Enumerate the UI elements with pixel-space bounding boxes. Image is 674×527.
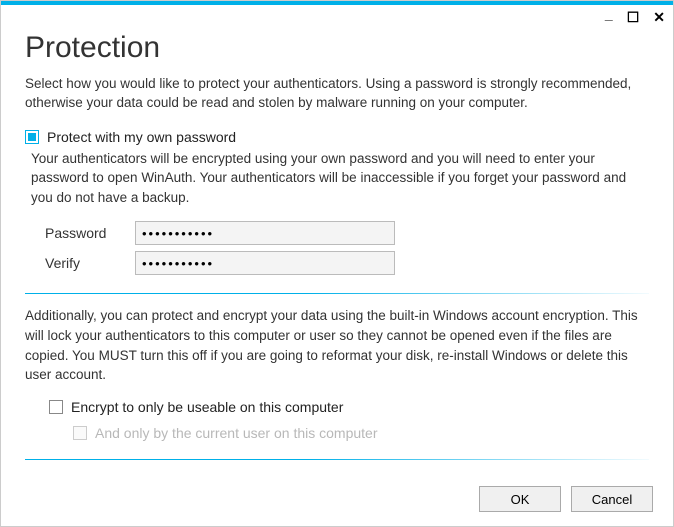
- ok-button[interactable]: OK: [479, 486, 561, 512]
- encrypt-sub-checkbox-row: And only by the current user on this com…: [73, 425, 649, 441]
- page-title: Protection: [25, 31, 649, 65]
- encrypt-checkbox-row: Encrypt to only be useable on this compu…: [49, 399, 649, 415]
- encrypt-sub-checkbox-label: And only by the current user on this com…: [95, 425, 377, 441]
- password-input[interactable]: [135, 221, 395, 245]
- verify-input[interactable]: [135, 251, 395, 275]
- cancel-button[interactable]: Cancel: [571, 486, 653, 512]
- verify-label: Verify: [45, 255, 135, 271]
- protect-checkbox-label: Protect with my own password: [47, 129, 236, 145]
- maximize-icon[interactable]: ☐: [627, 10, 640, 24]
- password-label: Password: [45, 225, 135, 241]
- minimize-icon[interactable]: _: [605, 7, 613, 21]
- dialog-footer: OK Cancel: [1, 472, 673, 526]
- window-controls: _ ☐ ✕: [1, 5, 673, 27]
- close-icon[interactable]: ✕: [653, 10, 665, 24]
- divider-1: [25, 293, 649, 294]
- encrypt-checkbox-label: Encrypt to only be useable on this compu…: [71, 399, 343, 415]
- divider-2: [25, 459, 649, 460]
- dialog-content: Protection Select how you would like to …: [1, 27, 673, 472]
- protect-description: Your authenticators will be encrypted us…: [31, 149, 649, 208]
- protect-checkbox-row: Protect with my own password: [25, 129, 649, 145]
- encrypt-description: Additionally, you can protect and encryp…: [25, 306, 649, 384]
- protect-checkbox[interactable]: [25, 130, 39, 144]
- dialog-window: _ ☐ ✕ Protection Select how you would li…: [0, 0, 674, 527]
- verify-row: Verify: [45, 251, 649, 275]
- intro-text: Select how you would like to protect you…: [25, 75, 649, 113]
- password-row: Password: [45, 221, 649, 245]
- encrypt-checkbox[interactable]: [49, 400, 63, 414]
- encrypt-sub-checkbox: [73, 426, 87, 440]
